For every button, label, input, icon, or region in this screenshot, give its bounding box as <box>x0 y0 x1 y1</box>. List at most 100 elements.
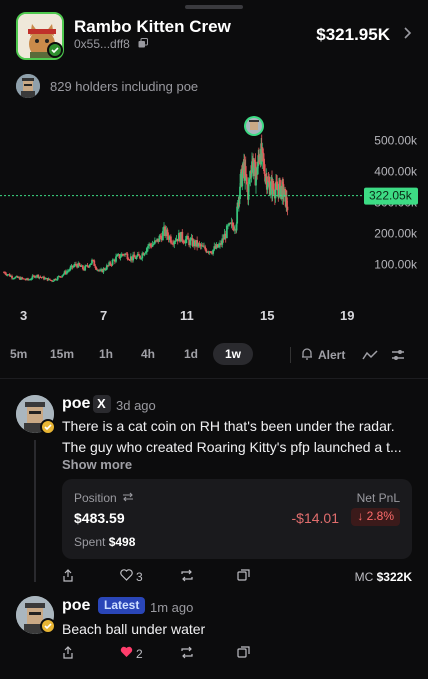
candle-body <box>81 265 84 269</box>
alert-label: Alert <box>318 348 346 362</box>
price-chart[interactable]: 500.00k400.00k300.00k200.00k100.00k 3711… <box>0 108 428 338</box>
holders-text: 829 holders including poe <box>50 79 199 94</box>
candle-body <box>30 278 33 280</box>
repost-icon <box>181 646 193 659</box>
sheet-grabber[interactable] <box>185 5 243 9</box>
candle-body <box>187 236 189 240</box>
candle-body <box>56 276 59 280</box>
copy-icon[interactable] <box>138 38 148 48</box>
candle-body <box>169 236 172 243</box>
candle-body <box>109 262 112 265</box>
divider <box>290 347 291 363</box>
market-cap: $321.95K <box>316 25 390 44</box>
timeframe-4h[interactable]: 4h <box>141 347 155 361</box>
comment-actions: 2 <box>62 646 412 664</box>
share-icon <box>63 646 73 659</box>
candle-body <box>204 246 207 250</box>
timeframe-1w[interactable]: 1w <box>213 343 254 365</box>
candle-body <box>62 274 65 276</box>
candle-body <box>217 245 220 248</box>
candle-body <box>143 253 146 256</box>
verified-icon <box>47 42 63 58</box>
current-price-label: 322.05k <box>369 189 413 203</box>
chevron-right-icon[interactable] <box>402 26 412 40</box>
timeframe-15m[interactable]: 15m <box>50 347 74 361</box>
market-cap-at-comment: MC $322K <box>355 570 412 584</box>
token-header: Rambo Kitten Crew 0x55...dff8 $321.95K <box>16 12 412 62</box>
heart-icon <box>120 569 133 581</box>
heart-filled-icon <box>120 646 133 657</box>
candle-body <box>78 263 81 266</box>
pnl-label: Net PnL <box>356 491 400 505</box>
like-count: 3 <box>136 570 143 584</box>
x-icon[interactable]: X <box>93 395 111 413</box>
show-more-link[interactable]: Show more <box>62 457 132 472</box>
line-chart-icon[interactable] <box>362 349 378 361</box>
timeframe-bar: 5m 15m 1h 4h 1d 1w Alert <box>0 343 428 368</box>
username[interactable]: poe <box>62 395 90 413</box>
sliders-icon[interactable] <box>390 347 406 363</box>
candle-body <box>128 259 131 261</box>
timeframe-1h[interactable]: 1h <box>99 347 113 361</box>
candle-body <box>89 263 92 265</box>
candle-body <box>86 265 89 267</box>
latest-badge: Latest <box>98 597 146 614</box>
candle-body <box>201 245 204 247</box>
candle-body <box>209 251 212 253</box>
x-tick-label: 15 <box>260 308 274 323</box>
candle-body <box>144 252 147 254</box>
candle-body <box>116 255 119 257</box>
comment-actions: 3 MC $322K <box>62 569 412 587</box>
candle-body <box>140 258 143 260</box>
x-tick-label: 11 <box>180 308 194 323</box>
candle-body <box>261 148 264 154</box>
comment-text-line: There is a cat coin on RH that's been un… <box>62 418 395 434</box>
y-tick-label: 100.00k <box>374 257 418 271</box>
candle-body <box>166 229 169 237</box>
candle-body <box>155 240 157 242</box>
candle-body <box>161 231 164 241</box>
share-icon <box>63 569 73 582</box>
swap-icon[interactable] <box>122 492 134 502</box>
candle-body <box>94 265 97 268</box>
position-card[interactable]: Position $483.59 Spent $498 Net PnL -$14… <box>62 479 412 559</box>
candle-body <box>189 239 192 246</box>
candle-body <box>137 253 140 256</box>
candle-body <box>61 275 64 277</box>
candle-body <box>84 265 87 271</box>
repost-icon <box>181 569 193 582</box>
candle-body <box>174 240 177 242</box>
y-tick-label: 400.00k <box>374 164 418 178</box>
candle-body <box>48 278 51 280</box>
candle-body <box>182 240 185 243</box>
x-tick-label: 3 <box>20 308 27 323</box>
price-chart-svg[interactable]: 500.00k400.00k300.00k200.00k100.00k 3711… <box>0 108 428 338</box>
candle-body <box>152 243 155 245</box>
x-axis-ticks: 3 7 11 15 19 <box>20 308 354 323</box>
timeframe-5m[interactable]: 5m <box>10 347 27 361</box>
candle-body <box>212 249 215 254</box>
candle-body <box>135 256 138 259</box>
holder-avatar <box>16 74 40 98</box>
username[interactable]: poe <box>62 597 90 615</box>
comment-text-line: The guy who created Roaring Kitty's pfp … <box>62 439 402 455</box>
candle-body <box>88 264 91 267</box>
divider <box>0 378 428 379</box>
pnl-percent-badge: ↓ 2.8% <box>351 508 400 526</box>
candle-body <box>145 248 148 253</box>
token-address[interactable]: 0x55...dff8 <box>74 37 130 51</box>
x-tick-label: 7 <box>100 308 107 323</box>
candle-body <box>52 280 55 282</box>
chart-marker-avatar <box>244 116 264 136</box>
candle-body <box>93 260 96 266</box>
candle-body <box>139 255 141 259</box>
y-tick-label: 500.00k <box>374 133 418 147</box>
candles-group <box>3 134 289 283</box>
timeframe-1d[interactable]: 1d <box>184 347 198 361</box>
comment-text: Beach ball under water <box>62 621 206 637</box>
candle-body <box>147 246 149 249</box>
mc-label: MC <box>354 570 374 584</box>
candle-body <box>69 267 72 271</box>
candle-body <box>286 206 289 211</box>
thread-line <box>34 440 36 582</box>
